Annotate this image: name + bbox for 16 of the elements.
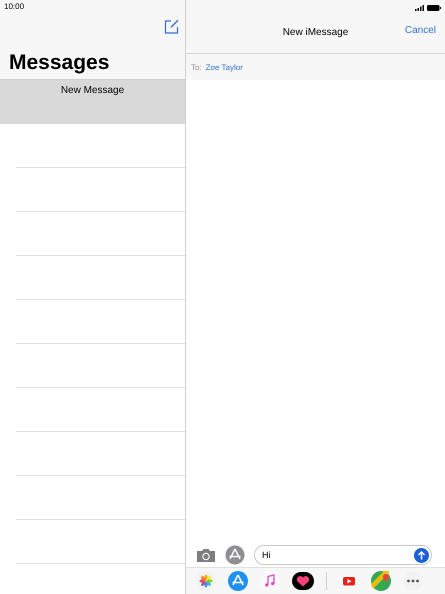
camera-icon[interactable] [196,548,216,562]
app-store-icon[interactable] [225,545,245,565]
compose-icon[interactable] [164,19,179,34]
cancel-button[interactable]: Cancel [404,25,436,36]
battery-icon [427,4,441,10]
send-icon[interactable] [414,548,429,562]
recipient-name[interactable]: Zoe Taylor [206,62,243,72]
app-store-icon[interactable] [228,571,248,591]
compose-title: New iMessage [282,26,348,38]
conversation-item[interactable]: New Message [0,80,185,124]
map-icon[interactable] [371,571,391,591]
to-label: To: [191,62,202,72]
message-field[interactable]: Hi [254,545,432,565]
signal-icon [415,4,424,10]
status-time: 10:00 [4,2,24,11]
sidebar-title: Messages [9,51,110,75]
